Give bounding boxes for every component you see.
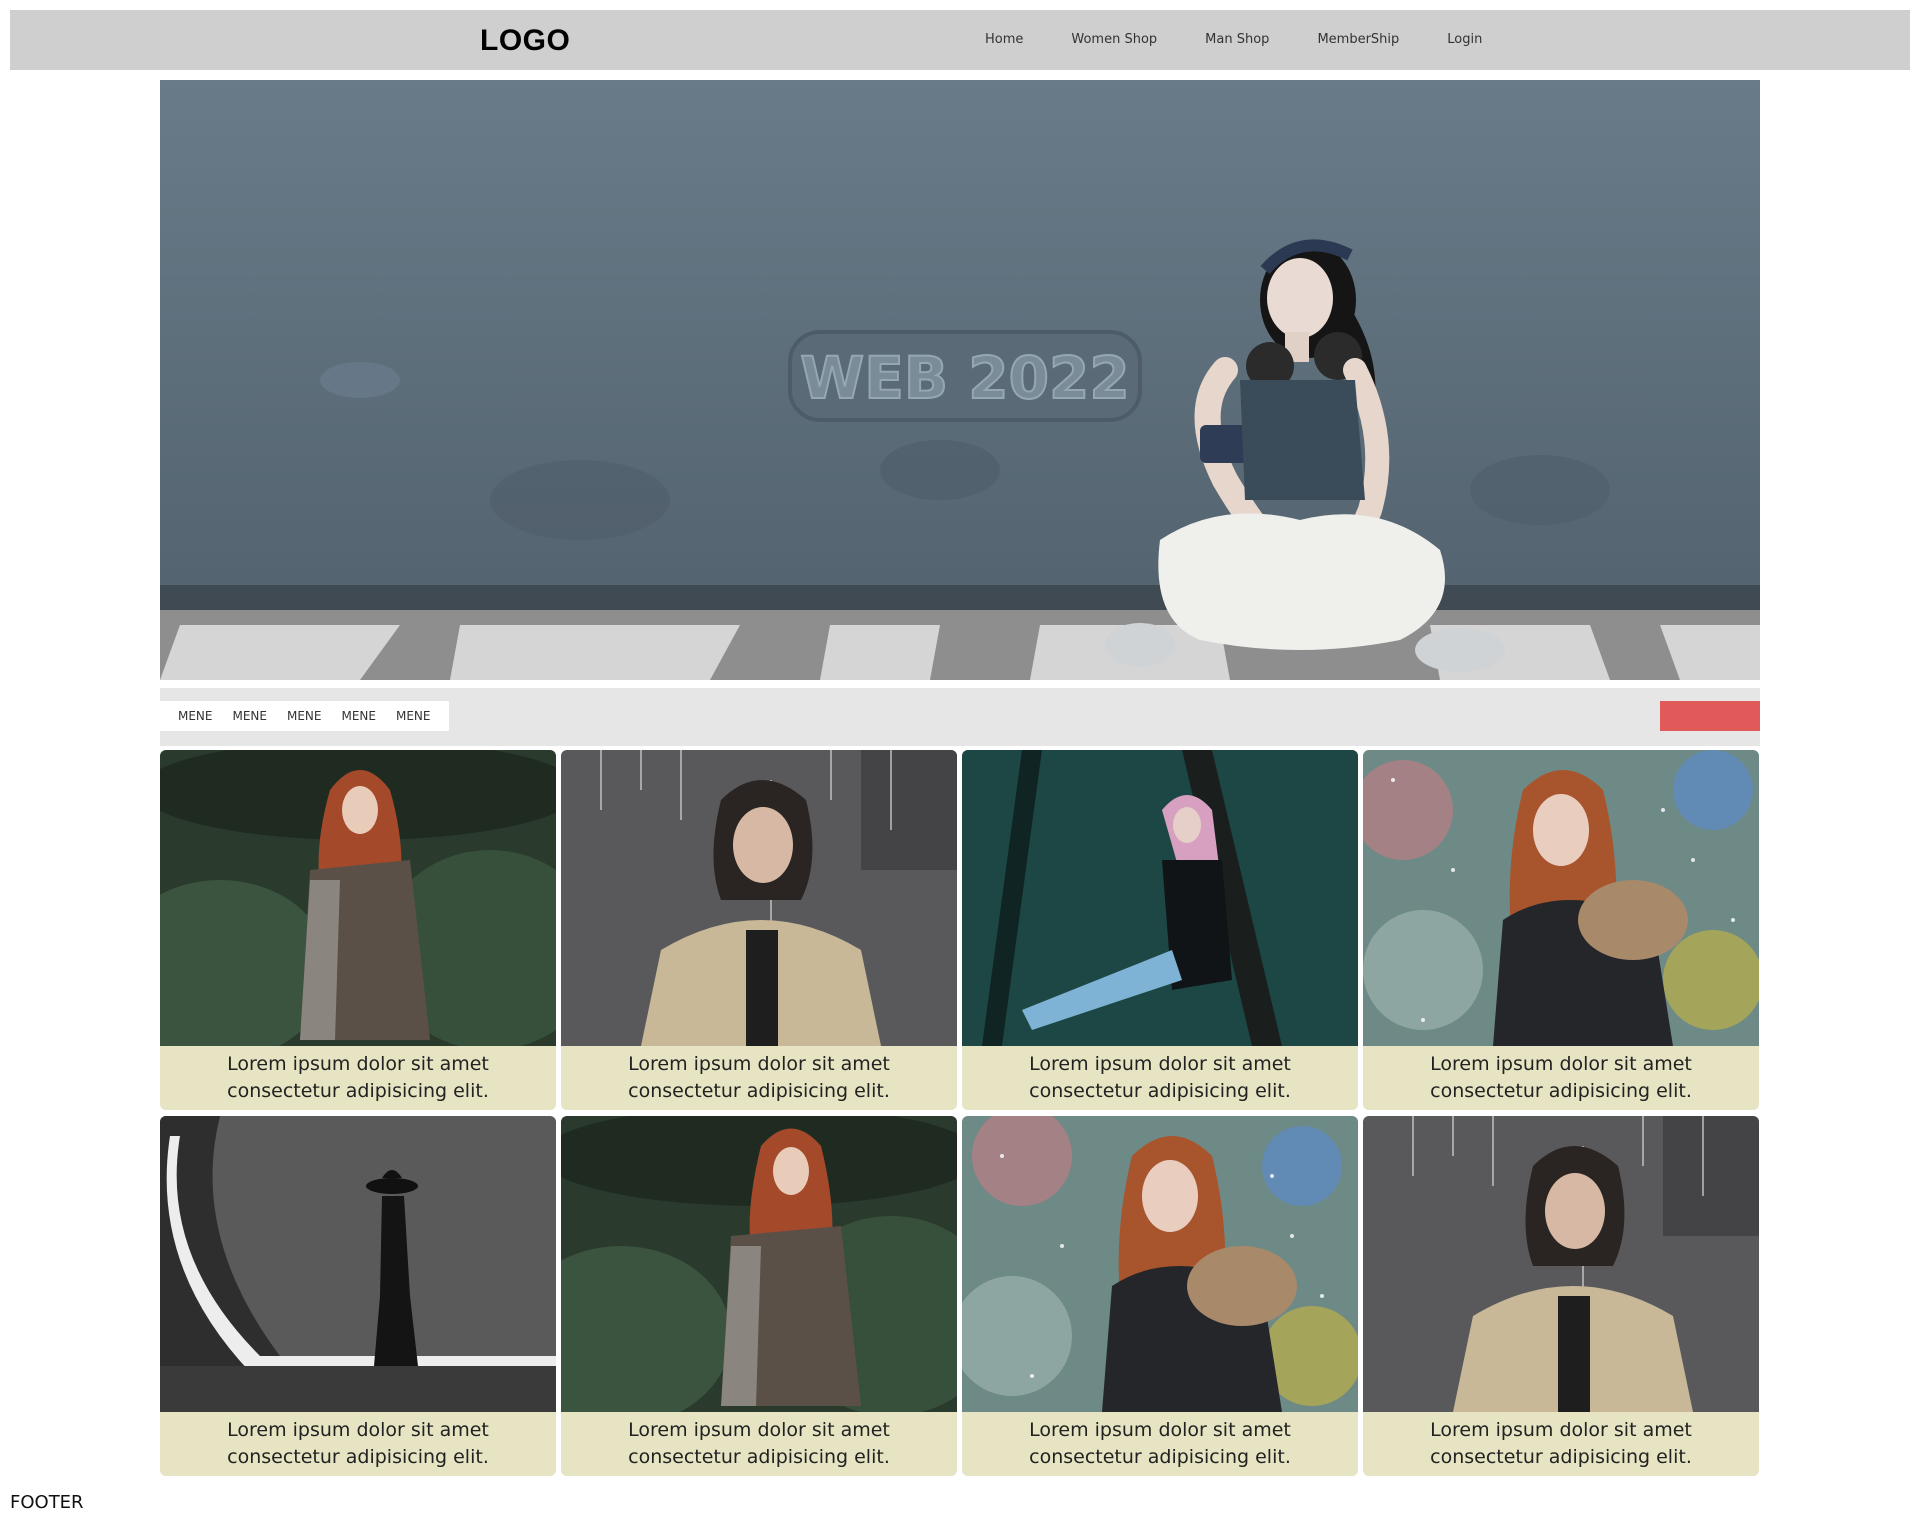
sub-menu-item-3[interactable]: MENE [287,709,322,723]
nav-membership[interactable]: MemberShip [1317,32,1399,47]
gallery-card[interactable]: Lorem ipsum dolor sit amet consectetur a… [561,1116,957,1476]
nav-home[interactable]: Home [985,32,1023,47]
nav-login[interactable]: Login [1447,32,1482,47]
sub-menu-item-1[interactable]: MENE [178,709,213,723]
hero-watermark: WEB 2022 [800,344,1129,412]
hero-banner: WEB 2022 [160,80,1760,680]
card-caption: Lorem ipsum dolor sit amet consectetur a… [1029,1419,1291,1468]
card-image-rain-jacket [561,750,957,1046]
card-caption: Lorem ipsum dolor sit amet consectetur a… [1430,1419,1692,1468]
card-caption: Lorem ipsum dolor sit amet consectetur a… [1029,1053,1291,1102]
logo[interactable]: LOGO [480,24,570,58]
gallery-card[interactable]: Lorem ipsum dolor sit amet consectetur a… [962,1116,1358,1476]
sub-menu-item-2[interactable]: MENE [233,709,268,723]
gallery-grid: Lorem ipsum dolor sit amet consectetur a… [160,750,1760,1476]
sub-action-button[interactable] [1660,701,1760,731]
card-image-pink-hair-forest [962,750,1358,1046]
sub-menu: MENE MENE MENE MENE MENE [160,701,449,731]
sub-menu-item-4[interactable]: MENE [342,709,377,723]
footer: FOOTER [10,1492,84,1513]
card-caption: Lorem ipsum dolor sit amet consectetur a… [227,1419,489,1468]
top-header: LOGO Home Women Shop Man Shop MemberShip… [10,10,1910,70]
card-image-forest-redhair [160,750,556,1046]
card-image-fur-hood-snow [1363,750,1759,1046]
gallery-card[interactable]: Lorem ipsum dolor sit amet consectetur a… [1363,1116,1759,1476]
hero-image: WEB 2022 [160,80,1760,680]
card-image-hat-studio [160,1116,556,1412]
card-caption: Lorem ipsum dolor sit amet consectetur a… [628,1053,890,1102]
gallery-card[interactable]: Lorem ipsum dolor sit amet consectetur a… [561,750,957,1110]
gallery-card[interactable]: Lorem ipsum dolor sit amet consectetur a… [160,750,556,1110]
nav-man-shop[interactable]: Man Shop [1205,32,1269,47]
card-image-fur-hood-snow [962,1116,1358,1412]
gallery-card[interactable]: Lorem ipsum dolor sit amet consectetur a… [1363,750,1759,1110]
main-nav: Home Women Shop Man Shop MemberShip Logi… [985,32,1530,47]
card-caption: Lorem ipsum dolor sit amet consectetur a… [628,1419,890,1468]
sub-menu-bar: MENE MENE MENE MENE MENE [160,688,1760,746]
sub-menu-item-5[interactable]: MENE [396,709,431,723]
gallery-card[interactable]: Lorem ipsum dolor sit amet consectetur a… [160,1116,556,1476]
nav-women-shop[interactable]: Women Shop [1071,32,1157,47]
card-caption: Lorem ipsum dolor sit amet consectetur a… [1430,1053,1692,1102]
card-caption: Lorem ipsum dolor sit amet consectetur a… [227,1053,489,1102]
card-image-rain-jacket [1363,1116,1759,1412]
gallery-card[interactable]: Lorem ipsum dolor sit amet consectetur a… [962,750,1358,1110]
card-image-forest-redhair [561,1116,957,1412]
